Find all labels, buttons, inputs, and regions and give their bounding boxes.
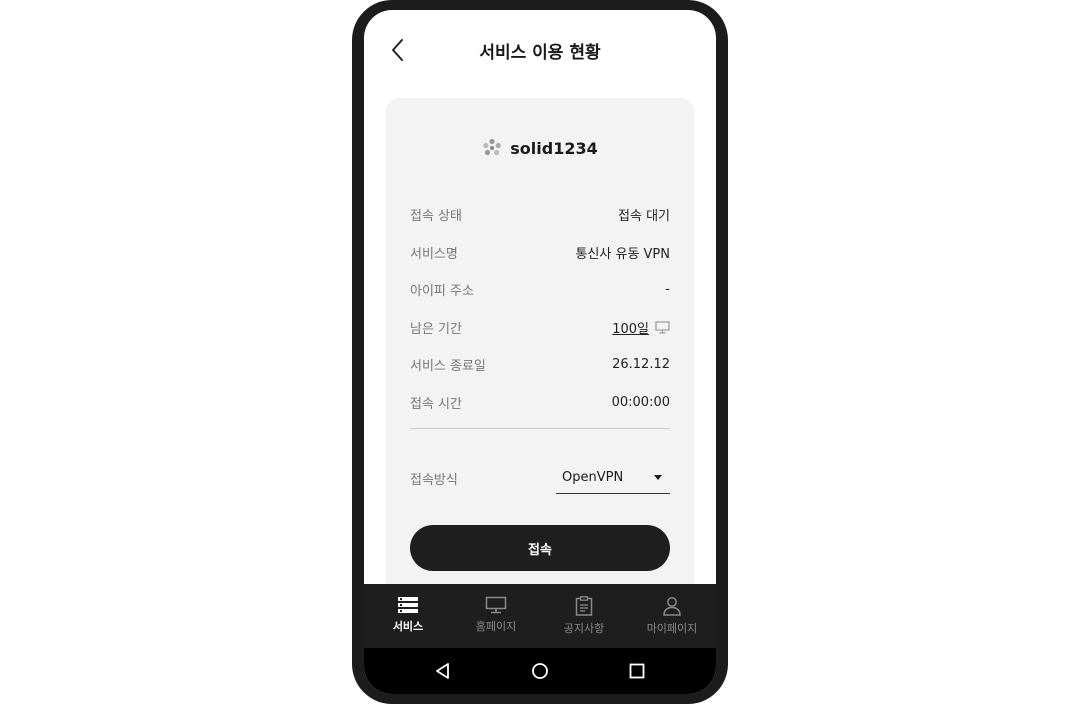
monitor-icon (655, 320, 670, 334)
info-row-status: 접속 상태 접속 대기 (410, 204, 670, 224)
nav-label: 마이페이지 (646, 622, 698, 635)
account-name: solid1234 (510, 138, 598, 158)
triangle-back-icon (435, 663, 449, 679)
phone-frame: 서비스 이용 현황 solid1234 접속 상태 접속 대기 서비스명 통신사… (352, 0, 728, 704)
circle-home-icon (532, 663, 548, 679)
info-value: - (665, 281, 670, 297)
monitor-icon (485, 596, 507, 614)
nav-item-service[interactable]: 서비스 (364, 584, 452, 648)
info-label: 접속 시간 (410, 396, 462, 412)
info-value: 00:00:00 (611, 394, 670, 410)
account-row: solid1234 (386, 138, 694, 158)
system-recents-button[interactable] (623, 657, 651, 685)
nav-label: 공지사항 (563, 622, 605, 635)
system-back-button[interactable] (429, 657, 457, 685)
bottom-nav: 서비스 홈페이지 공지사항 마이페이지 (364, 584, 716, 648)
method-select[interactable]: OpenVPN (556, 462, 670, 494)
nav-item-mypage[interactable]: 마이페이지 (628, 584, 716, 648)
info-row-end-date: 서비스 종료일 26.12.12 (410, 354, 670, 374)
clipboard-icon (575, 596, 593, 616)
system-home-button[interactable] (526, 657, 554, 685)
method-selected-value: OpenVPN (562, 470, 624, 485)
info-label: 서비스 종료일 (410, 358, 486, 374)
info-row-service-name: 서비스명 통신사 유동 VPN (410, 242, 670, 262)
info-value: 통신사 유동 VPN (575, 246, 670, 262)
page-title: 서비스 이용 현황 (479, 43, 601, 63)
info-label: 접속 상태 (410, 208, 462, 224)
nav-label: 홈페이지 (475, 620, 517, 633)
user-icon (663, 597, 681, 616)
nav-item-notice[interactable]: 공지사항 (540, 584, 628, 648)
caret-down-icon (654, 475, 662, 480)
info-label: 아이피 주소 (410, 283, 474, 299)
info-row-connect-time: 접속 시간 00:00:00 (410, 392, 670, 412)
nav-label: 서비스 (392, 620, 424, 633)
info-value: 접속 대기 (618, 208, 670, 224)
system-nav-bar (364, 648, 716, 694)
account-dots-icon (483, 138, 502, 156)
header: 서비스 이용 현황 (364, 10, 716, 88)
info-row-remaining: 남은 기간 100일 (410, 317, 670, 337)
info-label: 서비스명 (410, 246, 458, 262)
divider (410, 428, 670, 429)
info-value: 26.12.12 (612, 356, 670, 372)
app-screen: 서비스 이용 현황 solid1234 접속 상태 접속 대기 서비스명 통신사… (364, 10, 716, 694)
service-status-card: solid1234 접속 상태 접속 대기 서비스명 통신사 유동 VPN 아이… (386, 98, 694, 618)
nav-item-homepage[interactable]: 홈페이지 (452, 584, 540, 648)
method-label: 접속방식 (410, 473, 458, 488)
connect-button[interactable]: 접속 (410, 525, 670, 571)
info-row-ip: 아이피 주소 - (410, 279, 670, 299)
square-recents-icon (629, 663, 645, 679)
info-label: 남은 기간 (410, 321, 462, 337)
server-icon (398, 597, 418, 613)
info-value: 100일 (612, 321, 649, 337)
remaining-period-link[interactable]: 100일 (612, 318, 670, 337)
